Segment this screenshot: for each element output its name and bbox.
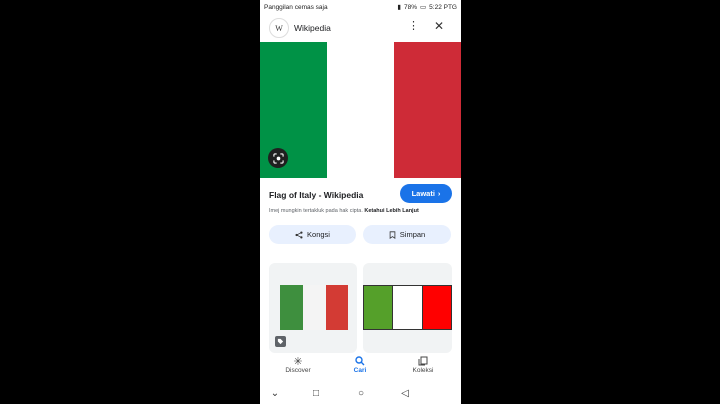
- battery-percent: 78%: [404, 3, 418, 11]
- visit-button[interactable]: Lawati ›: [400, 184, 452, 203]
- visit-label: Lawati: [411, 189, 435, 198]
- flag-green-stripe: [280, 285, 303, 330]
- flag-red-stripe: [326, 285, 348, 330]
- collections-icon: [418, 355, 428, 367]
- copyright-notice: Imej mungkin tertakluk pada hak cipta. K…: [269, 208, 419, 214]
- asterisk-icon: ✳: [293, 355, 303, 368]
- nav-collections-label: Koleksi: [412, 367, 434, 374]
- share-button[interactable]: Kongsi: [269, 225, 356, 244]
- related-flag-image: [280, 285, 348, 330]
- bookmark-icon: [389, 230, 396, 239]
- wikipedia-logo-icon: W: [269, 18, 289, 38]
- battery-icon: ▭: [420, 4, 427, 11]
- nav-discover-label: Discover: [285, 367, 311, 374]
- signal-icon: ▮: [397, 4, 401, 11]
- result-title[interactable]: Flag of Italy - Wikipedia: [269, 190, 363, 200]
- flag-white-stripe: [392, 286, 423, 329]
- more-vert-icon[interactable]: ⋮: [408, 20, 419, 32]
- recents-icon[interactable]: □: [309, 386, 323, 400]
- status-bar: Panggilan cemas saja ▮ 78% ▭ 5:22 PTG: [260, 0, 461, 14]
- copyright-text: Imej mungkin tertakluk pada hak cipta.: [269, 208, 363, 214]
- system-navigation-bar: ⌄ □ ○ ◁: [260, 381, 461, 404]
- chevron-right-icon: ›: [437, 189, 441, 198]
- close-icon[interactable]: ✕: [434, 19, 444, 33]
- main-image[interactable]: [260, 42, 461, 178]
- chevron-down-icon[interactable]: ⌄: [268, 386, 282, 400]
- flag-green-stripe: [364, 286, 393, 329]
- save-button[interactable]: Simpan: [363, 225, 451, 244]
- flag-white-stripe: [303, 285, 326, 330]
- status-time: 5:22 PTG: [429, 3, 457, 11]
- nav-discover[interactable]: ✳ Discover: [268, 355, 328, 375]
- tag-icon: [275, 336, 286, 347]
- related-flag-image: [363, 285, 452, 330]
- related-image-card[interactable]: [269, 263, 357, 353]
- share-icon: [295, 230, 303, 239]
- flag-red-stripe: [422, 286, 451, 329]
- back-icon[interactable]: ◁: [398, 386, 412, 400]
- result-header: W Wikipedia ⋮ ✕: [260, 14, 461, 42]
- status-carrier-text: Panggilan cemas saja: [264, 3, 328, 11]
- site-name: Wikipedia: [294, 23, 331, 33]
- nav-collections[interactable]: Koleksi: [393, 355, 453, 374]
- phone-screen: Panggilan cemas saja ▮ 78% ▭ 5:22 PTG W …: [260, 0, 461, 404]
- flag-red-stripe: [394, 42, 461, 178]
- search-icon: [355, 355, 365, 367]
- nav-search-label: Cari: [353, 367, 367, 374]
- lens-search-icon[interactable]: [268, 148, 288, 168]
- bottom-navigation: ✳ Discover Cari Koleksi: [260, 353, 461, 379]
- share-label: Kongsi: [307, 230, 330, 239]
- home-icon[interactable]: ○: [354, 386, 368, 400]
- save-label: Simpan: [399, 230, 426, 239]
- learn-more-link[interactable]: Ketahui Lebih Lanjut: [364, 208, 418, 214]
- nav-search[interactable]: Cari: [330, 355, 390, 374]
- related-image-card[interactable]: [363, 263, 452, 353]
